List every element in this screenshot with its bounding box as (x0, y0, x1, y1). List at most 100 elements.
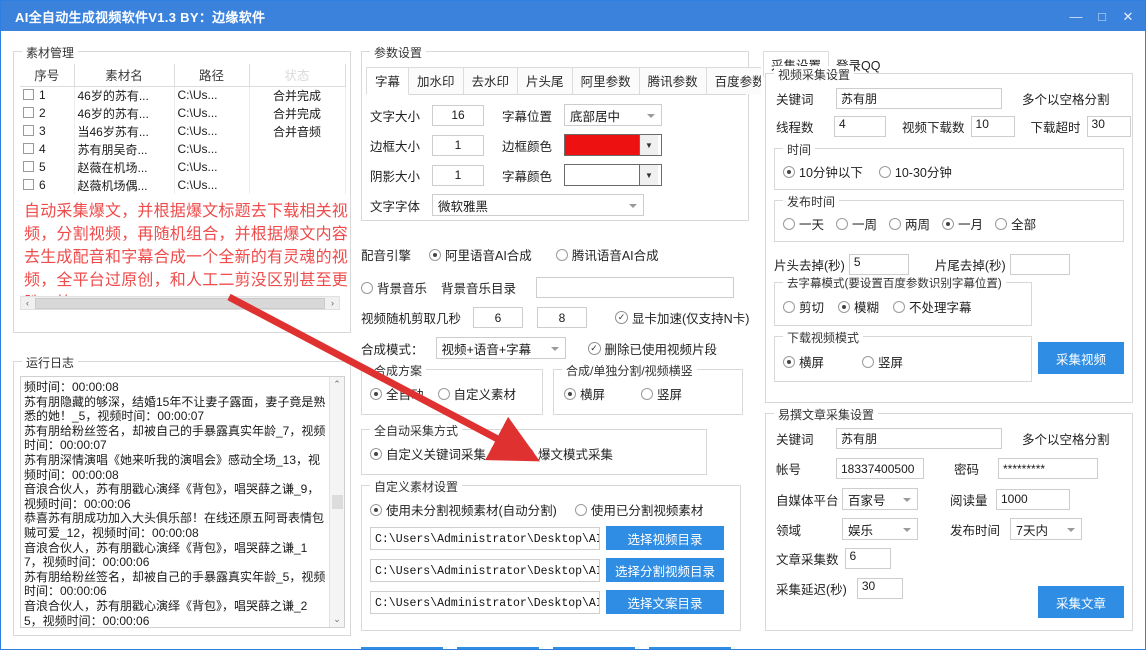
log-box[interactable]: 频时间：00:00:08 苏有朋隐藏的够深，结婚15年不让妻子露面，妻子竟是熟悉… (20, 376, 345, 628)
row-checkbox[interactable] (23, 179, 34, 190)
radio-under-10-min[interactable]: 10分钟以下 (783, 162, 863, 181)
collect-video-button[interactable]: 采集视频 (1038, 342, 1124, 374)
radio-use-split-material[interactable]: 使用已分割视频素材 (574, 500, 703, 519)
scroll-right-icon[interactable]: › (326, 298, 339, 308)
path-input-0[interactable]: C:\Users\Administrator\Desktop\AI智能生成 (370, 526, 600, 550)
radio-download-landscape[interactable]: 横屏 (783, 352, 824, 371)
radio-label: 自定义素材 (453, 388, 517, 402)
delay-input[interactable]: 30 (856, 578, 903, 599)
radio-dot-icon (783, 217, 795, 230)
column-header-index[interactable]: 序号 (20, 64, 75, 87)
subtitle-position-select[interactable]: 底部居中 (564, 104, 662, 126)
column-header-path[interactable]: 路径 (174, 64, 250, 87)
table-row[interactable]: 4 苏有朋吴奇... C:\Us... (20, 140, 346, 158)
platform-select[interactable]: 百家号 (842, 488, 918, 510)
radio-publish-3[interactable]: 一月 (942, 214, 983, 233)
synth-mode-label: 合成模式： (361, 342, 424, 357)
timeout-input[interactable]: 30 (1086, 116, 1131, 137)
table-row[interactable]: 1 46岁的苏有... C:\Us... 合并完成 (20, 86, 346, 104)
radio-desub-2[interactable]: 不处理字幕 (893, 297, 972, 316)
column-header-name[interactable]: 素材名 (74, 64, 175, 87)
scroll-up-icon[interactable]: ⌃ (333, 379, 341, 390)
choose-directory-button-0[interactable]: 选择视频目录 (606, 526, 724, 550)
close-icon[interactable]: ✕ (1115, 5, 1141, 27)
field-select[interactable]: 娱乐 (842, 518, 918, 540)
tail-trim-input[interactable] (1009, 254, 1070, 275)
threads-input[interactable]: 4 (834, 116, 886, 137)
tab-4[interactable]: 阿里参数 (571, 67, 640, 94)
tab-2[interactable]: 去水印 (462, 67, 519, 94)
reads-input[interactable]: 1000 (996, 488, 1070, 510)
scroll-left-icon[interactable]: ‹ (21, 298, 34, 308)
radio-tencent-voice[interactable]: 腾讯语音AI合成 (555, 245, 659, 264)
radio-10-to-30-min[interactable]: 10-30分钟 (878, 162, 952, 181)
radio-background-music[interactable]: 背景音乐 (361, 278, 427, 297)
radio-fully-automatic[interactable]: 全自动 (370, 384, 424, 403)
synth-mode-select[interactable]: 视频+语音+字幕 (435, 337, 566, 359)
radio-publish-1[interactable]: 一周 (836, 214, 877, 233)
scroll-thumb[interactable] (331, 495, 343, 509)
material-horizontal-scrollbar[interactable]: ‹ › (20, 296, 340, 310)
radio-download-portrait[interactable]: 竖屏 (862, 352, 903, 371)
choose-directory-button-1[interactable]: 选择分割视频目录 (606, 558, 724, 582)
radio-publish-4[interactable]: 全部 (995, 214, 1036, 233)
table-row[interactable]: 5 赵薇在机场... C:\Us... (20, 158, 346, 176)
radio-ali-voice[interactable]: 阿里语音AI合成 (429, 245, 532, 264)
radio-landscape[interactable]: 横屏 (564, 384, 605, 403)
collect-article-button[interactable]: 采集文章 (1038, 586, 1124, 618)
text-size-input[interactable]: 16 (432, 104, 484, 126)
radio-publish-2[interactable]: 两周 (889, 214, 930, 233)
row-checkbox[interactable] (23, 107, 34, 118)
random-clip-max-input[interactable]: 8 (537, 307, 588, 328)
scroll-down-icon[interactable]: ⌄ (333, 614, 341, 625)
row-checkbox[interactable] (23, 89, 34, 101)
row-checkbox[interactable] (23, 161, 34, 172)
chevron-down-icon[interactable]: ▼ (639, 165, 658, 185)
table-row[interactable]: 6 赵薇机场偶... C:\Us... (20, 176, 346, 194)
bgm-directory-input[interactable] (536, 277, 735, 298)
path-input-1[interactable]: C:\Users\Administrator\Desktop\AI智能生成 (370, 558, 600, 582)
border-color-picker[interactable]: ▼ (564, 134, 662, 156)
tab-3[interactable]: 片头尾 (517, 67, 573, 94)
chevron-down-icon[interactable]: ▼ (639, 135, 658, 155)
shadow-size-input[interactable]: 1 (432, 164, 484, 186)
border-size-input[interactable]: 1 (432, 134, 484, 156)
checkbox-gpu-acceleration[interactable]: ✓ 显卡加速(仅支持N卡) (615, 308, 749, 327)
radio-custom-keyword-collect[interactable]: 自定义关键词采集 (370, 444, 486, 463)
head-trim-input[interactable]: 5 (848, 254, 909, 275)
subtitle-color-picker[interactable]: ▼ (564, 164, 662, 186)
font-select[interactable]: 微软雅黑 (432, 194, 644, 216)
radio-portrait[interactable]: 竖屏 (641, 384, 682, 403)
radio-hot-article-collect[interactable]: 爆文模式采集 (522, 444, 613, 463)
radio-custom-material[interactable]: 自定义素材 (437, 384, 517, 403)
table-row[interactable]: 2 46岁的苏有... C:\Us... 合并完成 (20, 104, 346, 122)
maximize-icon[interactable]: □ (1089, 5, 1115, 27)
video-keyword-input[interactable]: 苏有朋 (836, 88, 1002, 109)
publish-time-select[interactable]: 7天内 (1010, 518, 1082, 540)
radio-desub-0[interactable]: 剪切 (783, 297, 824, 316)
random-clip-min-input[interactable]: 6 (473, 307, 524, 328)
row-checkbox[interactable] (23, 143, 34, 154)
row-checkbox[interactable] (23, 125, 34, 136)
tab-5[interactable]: 腾讯参数 (638, 67, 707, 94)
radio-desub-1[interactable]: 模糊 (838, 297, 879, 316)
log-vertical-scrollbar[interactable]: ⌃ ⌄ (329, 377, 344, 627)
choose-directory-button-2[interactable]: 选择文案目录 (606, 590, 724, 614)
scroll-thumb[interactable] (35, 297, 325, 309)
radio-publish-0[interactable]: 一天 (783, 214, 824, 233)
table-row[interactable]: 3 当46岁苏有... C:\Us... 合并音频 (20, 122, 346, 140)
minimize-icon[interactable]: — (1063, 5, 1089, 27)
password-input[interactable]: ********* (998, 458, 1098, 479)
download-count-input[interactable]: 10 (970, 116, 1015, 137)
checkbox-delete-used-clips[interactable]: ✓ 删除已使用视频片段 (587, 339, 717, 358)
account-input[interactable]: 18337400500 (836, 458, 924, 479)
tab-0[interactable]: 字幕 (366, 67, 410, 95)
article-count-input[interactable]: 6 (844, 548, 891, 569)
path-row-1: C:\Users\Administrator\Desktop\AI智能生成选择分… (370, 558, 734, 582)
path-input-2[interactable]: C:\Users\Administrator\Desktop\AI智能生成 (370, 590, 600, 614)
tab-1[interactable]: 加水印 (408, 67, 464, 94)
column-header-status[interactable]: 状态 (249, 64, 346, 87)
radio-use-unsplit-material[interactable]: 使用未分割视频素材(自动分割) (370, 500, 557, 519)
table-header-row: 序号 素材名 路径 状态 (20, 64, 346, 87)
article-keyword-input[interactable]: 苏有朋 (836, 428, 1002, 449)
